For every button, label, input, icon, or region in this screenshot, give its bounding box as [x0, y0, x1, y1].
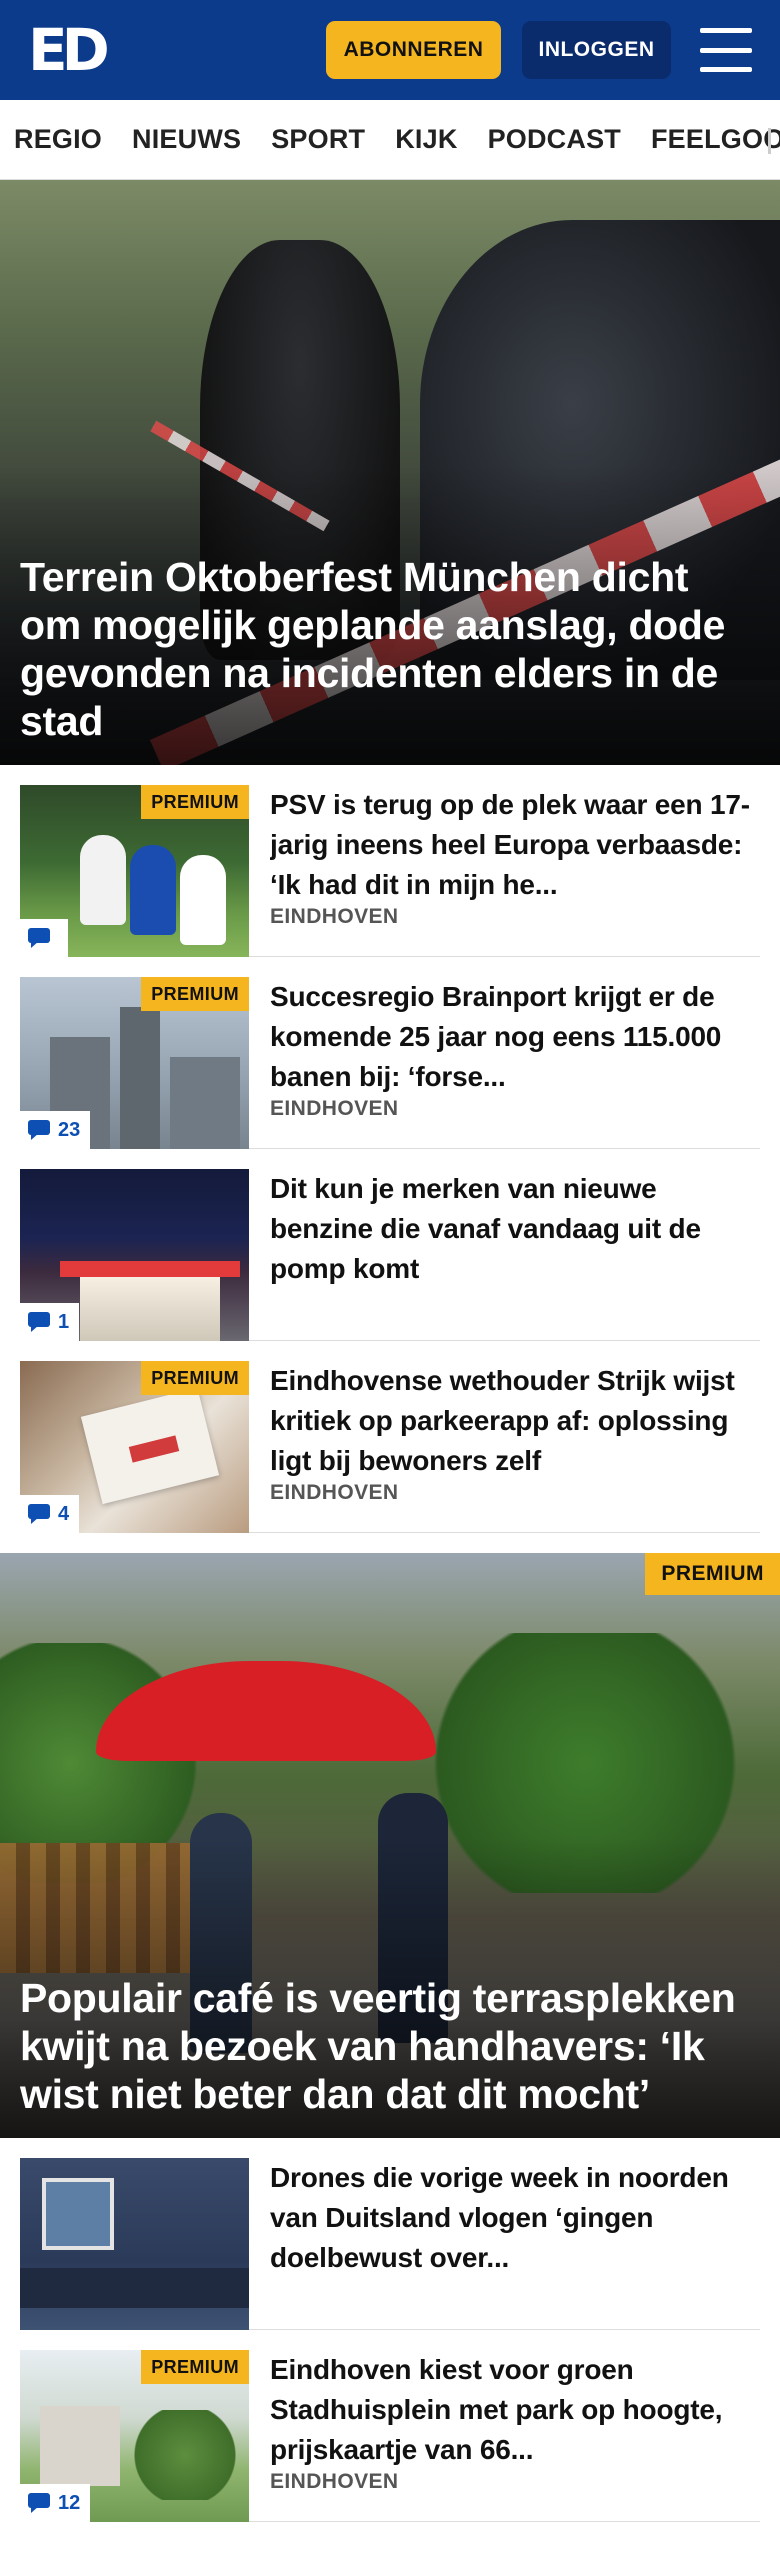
- subscribe-button[interactable]: ABONNEREN: [326, 21, 501, 79]
- article-body: Drones die vorige week in noorden van Du…: [270, 2158, 760, 2278]
- premium-badge: PREMIUM: [141, 2350, 249, 2384]
- nav-item-kijk[interactable]: KIJK: [395, 124, 457, 155]
- drone-frame: [42, 2178, 114, 2250]
- article-body: PSV is terug op de plek waar een 17-jari…: [270, 785, 760, 929]
- premium-badge: PREMIUM: [645, 1553, 780, 1595]
- article-body: Succesregio Brainport krijgt er de komen…: [270, 977, 760, 1121]
- article-title[interactable]: Eindhovense wethouder Strijk wijst kriti…: [270, 1361, 760, 1481]
- premium-badge: PREMIUM: [141, 1361, 249, 1395]
- nav-item-nieuws[interactable]: NIEUWS: [132, 124, 241, 155]
- comment-number: 1: [58, 1310, 70, 1333]
- comment-icon: [28, 928, 50, 948]
- nav-item-podcast[interactable]: PODCAST: [488, 124, 621, 155]
- station-shop: [80, 1277, 220, 1341]
- building-shape: [170, 1057, 240, 1149]
- player-shape: [180, 855, 226, 945]
- article-thumbnail: PREMIUM: [20, 785, 249, 957]
- article-body: Eindhovense wethouder Strijk wijst kriti…: [270, 1361, 760, 1505]
- player-shape: [80, 835, 126, 925]
- login-button[interactable]: INLOGGEN: [522, 21, 671, 79]
- player-shape: [130, 845, 176, 935]
- article-location: EINDHOVEN: [270, 2470, 399, 2493]
- article-title[interactable]: Succesregio Brainport krijgt er de komen…: [270, 977, 760, 1097]
- premium-badge: PREMIUM: [141, 785, 249, 819]
- nav-item-regio[interactable]: REGIO: [14, 124, 102, 155]
- article-location: EINDHOVEN: [270, 1097, 399, 1120]
- station-roof: [60, 1261, 240, 1277]
- premium-badge: PREMIUM: [141, 977, 249, 1011]
- section-nav: REGIO NIEUWS SPORT KIJK PODCAST FEELGOOD: [0, 100, 780, 180]
- tree-shape: [130, 2410, 240, 2500]
- comment-count[interactable]: 4: [20, 1495, 80, 1533]
- article-thumbnail: PREMIUM 4: [20, 1361, 249, 1533]
- list-item[interactable]: PREMIUM PSV is terug op de plek waar een…: [20, 765, 760, 957]
- comment-count[interactable]: 23: [20, 1111, 91, 1149]
- comment-count[interactable]: [20, 919, 68, 957]
- article-title[interactable]: PSV is terug op de plek waar een 17-jari…: [270, 785, 760, 905]
- comment-icon: [28, 1312, 50, 1332]
- comment-icon: [28, 1120, 50, 1140]
- list-item[interactable]: PREMIUM 23 Succesregio Brainport krijgt …: [20, 957, 760, 1149]
- comment-count[interactable]: 12: [20, 2484, 91, 2522]
- nav-item-sport[interactable]: SPORT: [271, 124, 365, 155]
- article-body: Dit kun je merken van nieuwe benzine die…: [270, 1169, 760, 1289]
- ship-hull: [20, 2268, 249, 2308]
- article-thumbnail: [20, 2158, 249, 2330]
- list-item[interactable]: PREMIUM 4 Eindhovense wethouder Strijk w…: [20, 1341, 760, 1533]
- list-item[interactable]: 1 Dit kun je merken van nieuwe benzine d…: [20, 1149, 760, 1341]
- article-location: EINDHOVEN: [270, 905, 399, 928]
- hero-article-cafe[interactable]: PREMIUM Populair café is veertig terrasp…: [0, 1553, 780, 2138]
- site-header: ED ABONNEREN INLOGGEN: [0, 0, 780, 100]
- hero-article-oktoberfest[interactable]: Terrein Oktoberfest München dicht om mog…: [0, 180, 780, 765]
- nav-overflow-divider: [768, 128, 771, 154]
- list-item[interactable]: Drones die vorige week in noorden van Du…: [20, 2138, 760, 2330]
- site-logo[interactable]: ED: [28, 21, 110, 79]
- building-shape: [120, 1007, 160, 1149]
- comment-number: 4: [58, 1502, 70, 1525]
- hamburger-menu-icon[interactable]: [700, 28, 752, 72]
- article-title[interactable]: Eindhoven kiest voor groen Stadhuisplein…: [270, 2350, 760, 2470]
- hero-title[interactable]: Terrein Oktoberfest München dicht om mog…: [20, 553, 760, 745]
- comment-count[interactable]: 1: [20, 1303, 80, 1341]
- article-body: Eindhoven kiest voor groen Stadhuisplein…: [270, 2350, 760, 2494]
- article-location: EINDHOVEN: [270, 1481, 399, 1504]
- comment-number: 12: [58, 2491, 81, 2514]
- article-thumbnail: PREMIUM 12: [20, 2350, 249, 2522]
- list-item[interactable]: PREMIUM 12 Eindhoven kiest voor groen St…: [20, 2330, 760, 2522]
- building-shape: [40, 2406, 120, 2486]
- comment-number: 23: [58, 1118, 81, 1141]
- comment-icon: [28, 1504, 50, 1524]
- nav-item-feelgood[interactable]: FEELGOOD: [651, 124, 780, 155]
- article-title[interactable]: Dit kun je merken van nieuwe benzine die…: [270, 1169, 760, 1289]
- comment-icon: [28, 2493, 50, 2513]
- article-thumbnail: 1: [20, 1169, 249, 1341]
- hero-title[interactable]: Populair café is veertig terrasplekken k…: [20, 1974, 760, 2118]
- article-title[interactable]: Drones die vorige week in noorden van Du…: [270, 2158, 760, 2278]
- article-thumbnail: PREMIUM 23: [20, 977, 249, 1149]
